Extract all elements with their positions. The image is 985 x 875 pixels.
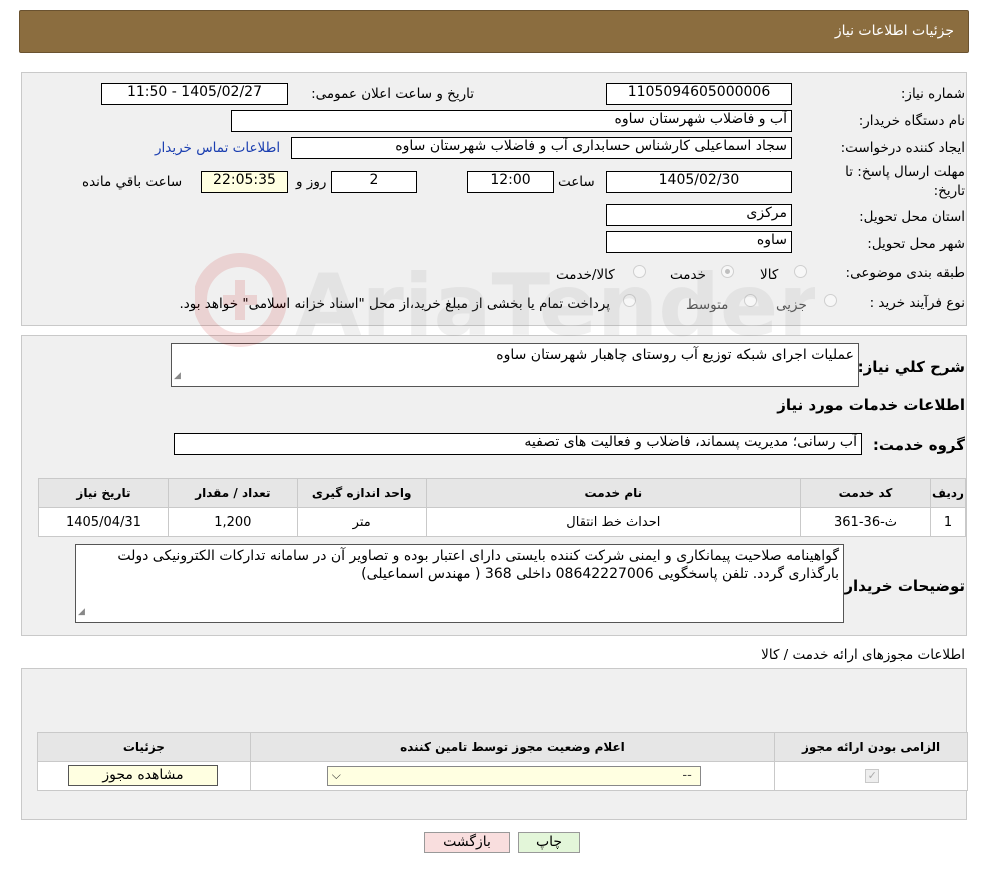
city-label: شهر محل تحویل: <box>867 236 965 252</box>
col-details: جزئیات <box>37 732 251 762</box>
need-number-label: شماره نیاز: <box>900 86 965 102</box>
deadline-label: مهلت ارسال پاسخ: تا <box>845 164 965 180</box>
table-row: 1405/04/31 1,200 متر احداث خط انتقال ث-3… <box>38 507 967 537</box>
col-row: ردیف <box>929 478 967 508</box>
permits-table-header: جزئیات اعلام وضعیت مجوز توسط تامین کننده… <box>37 732 968 762</box>
process-radio-medium[interactable] <box>744 294 757 307</box>
permit-status-select[interactable]: ⌵ -- <box>326 766 701 786</box>
select-value: -- <box>682 768 692 783</box>
contact-link[interactable]: اطلاعات تماس خریدار <box>155 140 280 156</box>
process-medium-label: متوسط <box>686 297 729 313</box>
col-permit-required: الزامی بودن ارائه مجوز <box>774 732 968 762</box>
process-label: نوع فرآیند خرید : <box>869 295 965 311</box>
cell-quantity: 1,200 <box>167 507 298 537</box>
cell-details: مشاهده مجوز <box>37 761 251 791</box>
category-radio-service[interactable] <box>721 265 734 278</box>
deadline-label-2: تاریخ: <box>933 183 965 199</box>
permits-title: اطلاعات مجوزهای ارائه خدمت / کالا <box>761 647 965 663</box>
days-field: 2 <box>331 171 417 193</box>
category-radio-goods[interactable] <box>794 265 807 278</box>
buyer-notes-label: توضیحات خریدار: <box>838 577 965 595</box>
general-desc-textarea[interactable]: عملیات اجرای شبکه توزیع آب روستای چاهبار… <box>171 343 859 387</box>
col-unit: واحد اندازه گیری <box>296 478 427 508</box>
cell-supplier-status: ⌵ -- <box>249 761 776 791</box>
select-chevron-down-icon: ⌵ <box>331 768 341 782</box>
province-label: استان محل تحویل: <box>859 209 965 225</box>
col-supplier-status: اعلام وضعیت مجوز توسط تامین کننده <box>249 732 776 762</box>
category-radio-both[interactable] <box>633 265 646 278</box>
category-service-label: خدمت <box>670 267 706 283</box>
announce-field: 1405/02/27 - 11:50 <box>101 83 288 105</box>
category-both-label: کالا/خدمت <box>556 267 615 283</box>
province-field: مرکزی <box>606 204 792 226</box>
view-permit-button[interactable]: مشاهده مجوز <box>68 765 218 786</box>
buyer-org-field: آب و فاضلاب شهرستان ساوه <box>231 110 792 132</box>
process-minor-label: جزیی <box>776 297 807 313</box>
deadline-time-label: ساعت <box>558 174 595 190</box>
process-radio-treasury[interactable] <box>623 294 636 307</box>
cell-row: 1 <box>929 507 967 537</box>
back-button[interactable]: بازگشت <box>424 832 510 853</box>
page-header: جزئیات اطلاعات نیاز <box>19 10 969 53</box>
services-table-header: تاریخ نیاز تعداد / مقدار واحد اندازه گیر… <box>38 478 967 508</box>
cell-permit-required: ✓ <box>774 761 968 791</box>
process-note: پرداخت تمام یا بخشی از مبلغ خرید،از محل … <box>179 296 610 312</box>
service-group-field: آب رسانی؛ مدیریت پسماند، فاضلاب و فعالیت… <box>174 433 862 455</box>
services-table: تاریخ نیاز تعداد / مقدار واحد اندازه گیر… <box>38 478 967 537</box>
cell-service-name: احداث خط انتقال <box>425 507 802 537</box>
buyer-org-label: نام دستگاه خریدار: <box>858 113 965 129</box>
resize-grip-icon: ◢ <box>78 607 85 617</box>
print-button[interactable]: چاپ <box>518 832 580 853</box>
services-title: اطلاعات خدمات مورد نیاز <box>777 396 965 414</box>
table-row: مشاهده مجوز ⌵ -- ✓ <box>37 761 968 791</box>
general-desc-label: شرح کلي نياز: <box>857 358 965 376</box>
general-desc-text: عملیات اجرای شبکه توزیع آب روستای چاهبار… <box>496 347 854 363</box>
col-service-name: نام خدمت <box>425 478 802 508</box>
remaining-time-field: 22:05:35 <box>201 171 288 193</box>
cell-service-code: ث-36-361 <box>800 507 931 537</box>
need-number-field: 1105094605000006 <box>606 83 792 105</box>
deadline-date-field: 1405/02/30 <box>606 171 792 193</box>
permits-table: جزئیات اعلام وضعیت مجوز توسط تامین کننده… <box>37 732 968 791</box>
requester-field: سجاد اسماعیلی کارشناس حسابداری آب و فاضل… <box>291 137 792 159</box>
cell-need-date: 1405/04/31 <box>38 507 169 537</box>
process-radio-minor[interactable] <box>824 294 837 307</box>
announce-label: تاریخ و ساعت اعلان عمومی: <box>311 86 474 102</box>
category-goods-label: کالا <box>760 267 779 283</box>
category-label: طبقه بندی موضوعی: <box>845 265 965 281</box>
col-service-code: کد خدمت <box>800 478 931 508</box>
cell-unit: متر <box>296 507 427 537</box>
days-label: روز و <box>296 174 327 190</box>
remaining-label: ساعت باقي مانده <box>82 174 183 190</box>
page-title: جزئیات اطلاعات نیاز <box>834 23 954 39</box>
city-field: ساوه <box>606 231 792 253</box>
deadline-time-field: 12:00 <box>467 171 554 193</box>
required-checkbox: ✓ <box>865 769 880 783</box>
buyer-notes-textarea[interactable]: گواهینامه صلاحیت پیمانکاری و ایمنی شرکت … <box>75 544 844 623</box>
requester-label: ایجاد کننده درخواست: <box>840 140 965 156</box>
service-group-label: گروه خدمت: <box>872 436 965 454</box>
buyer-notes-text: گواهینامه صلاحیت پیمانکاری و ایمنی شرکت … <box>117 548 839 582</box>
resize-grip-icon: ◢ <box>174 371 181 381</box>
col-need-date: تاریخ نیاز <box>38 478 169 508</box>
col-quantity: تعداد / مقدار <box>167 478 298 508</box>
